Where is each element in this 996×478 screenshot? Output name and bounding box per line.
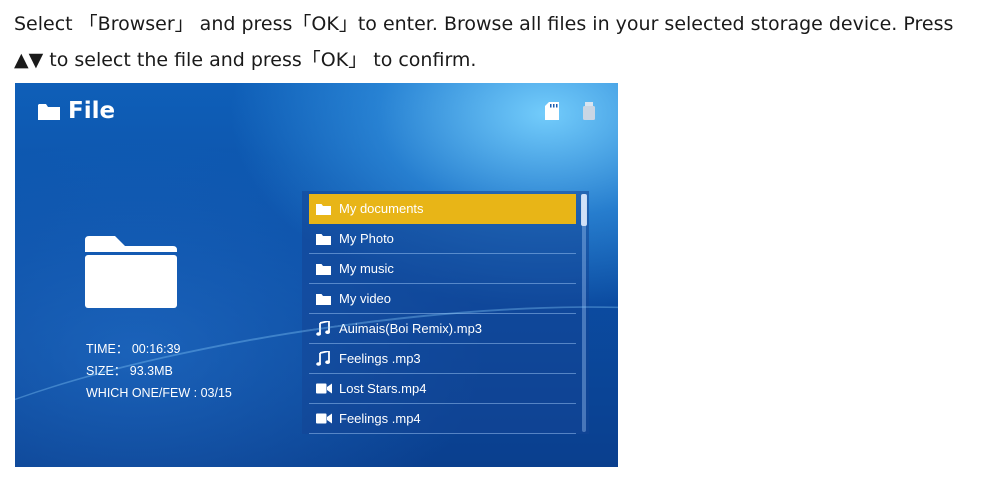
screen-title: File [68,98,116,124]
file-list-item[interactable]: My video [309,284,576,314]
music-note-icon [315,351,332,366]
folder-icon [315,292,332,306]
file-list-item-label: My Photo [339,231,394,246]
file-browser-screen: File TIME： 00:16:39 SIZE： 93.3MB WHICH O… [15,83,618,467]
folder-icon [315,232,332,246]
time-info: TIME： 00:16:39 [86,342,181,356]
music-note-icon [315,321,332,336]
scrollbar-thumb[interactable] [581,194,587,226]
scrollbar-track[interactable] [582,194,586,432]
position-info: WHICH ONE/FEW : 03/15 [86,386,232,400]
file-info-panel: TIME： 00:16:39 SIZE： 93.3MB WHICH ONE/FE… [86,338,232,404]
instructions-text: Select 「Browser」 and press「OK」to enter. … [14,6,989,78]
file-list-item[interactable]: My documents [309,194,576,224]
file-list-item-label: My music [339,261,394,276]
file-list-item-label: My documents [339,201,424,216]
screen-header: File [38,98,115,124]
file-list-panel: My documents My Photo My music My video Auim… [302,191,589,434]
file-list-item-label: Lost Stars.mp4 [339,381,427,396]
size-info: SIZE： 93.3MB [86,364,173,378]
instructions-line-1: Select 「Browser」 and press「OK」to enter. … [14,13,954,35]
video-icon [315,412,332,426]
file-list-item[interactable]: Lost Stars.mp4 [309,374,576,404]
file-list-item[interactable]: My music [309,254,576,284]
large-folder-icon [85,236,177,308]
folder-icon [38,103,60,120]
sd-card-icon[interactable] [545,102,559,120]
file-list-item[interactable]: Feelings .mp3 [309,344,576,374]
file-list-item[interactable]: Auimais(Boi Remix).mp3 [309,314,576,344]
file-list-item[interactable]: My Photo [309,224,576,254]
usb-icon[interactable] [582,102,596,120]
file-list-item-label: Feelings .mp3 [339,351,421,366]
instructions-line-2: ▲▼ to select the file and press「OK」 to c… [14,49,477,71]
video-icon [315,382,332,396]
file-list: My documents My Photo My music My video Auim… [309,194,576,434]
file-list-item-label: My video [339,291,392,306]
folder-icon [315,202,332,216]
file-list-item-label: Auimais(Boi Remix).mp3 [339,321,483,336]
file-list-item[interactable]: Feelings .mp4 [309,404,576,434]
folder-icon [315,262,332,276]
file-list-item-label: Feelings .mp4 [339,411,421,426]
